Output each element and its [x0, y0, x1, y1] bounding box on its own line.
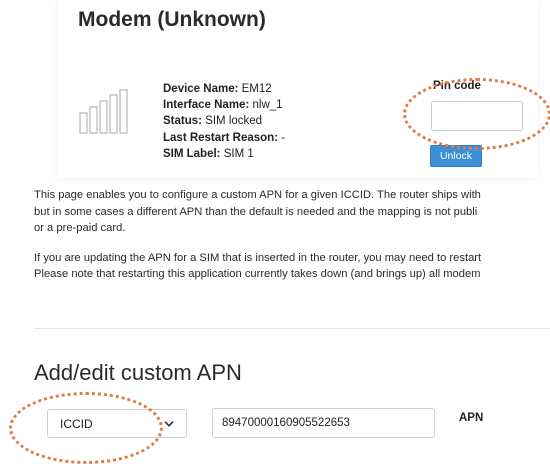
apn-section-heading: Add/edit custom APN	[34, 360, 242, 385]
sim-label-row: SIM Label: SIM 1	[163, 146, 285, 162]
info-key: Last Restart Reason:	[163, 131, 279, 144]
description-line: This page enables you to configure a cus…	[34, 189, 481, 201]
status-row: Status: SIM locked	[163, 113, 285, 129]
last-restart-row: Last Restart Reason: -	[163, 130, 285, 146]
description-line: but in some cases a different APN than t…	[34, 205, 478, 218]
description-line: Please note that restarting this applica…	[34, 268, 481, 281]
info-key: Interface Name:	[163, 99, 250, 112]
apn-label: APN	[459, 412, 484, 424]
info-key: Device Name:	[163, 83, 239, 95]
unlock-button[interactable]: Unlock	[430, 145, 482, 167]
pin-code-label: Pin code	[433, 80, 481, 92]
modem-info: Device Name: EM12 Interface Name: nlw_1 …	[163, 81, 285, 162]
description-line: If you are updating the APN for a SIM th…	[34, 251, 482, 264]
description-line: or a pre-paid card.	[34, 222, 126, 235]
info-value: SIM 1	[223, 147, 254, 160]
pin-code-input[interactable]	[431, 101, 523, 131]
info-value: nlw_1	[252, 99, 283, 112]
info-value: EM12	[241, 83, 272, 95]
device-name-row: Device Name: EM12	[163, 81, 285, 97]
select-value: ICCID	[60, 416, 93, 431]
iccid-input[interactable]	[212, 408, 435, 438]
info-key: Status:	[163, 115, 202, 128]
signal-bars-icon	[79, 89, 128, 134]
info-value: -	[281, 131, 286, 144]
info-value: SIM locked	[205, 115, 263, 128]
interface-name-row: Interface Name: nlw_1	[163, 97, 285, 113]
divider	[34, 328, 550, 329]
modem-title: Modem (Unknown)	[78, 8, 266, 31]
chevron-down-icon	[164, 420, 174, 427]
id-type-select[interactable]: ICCID	[47, 409, 187, 438]
info-key: SIM Label:	[163, 147, 221, 160]
description: This page enables you to configure a cus…	[34, 187, 550, 283]
